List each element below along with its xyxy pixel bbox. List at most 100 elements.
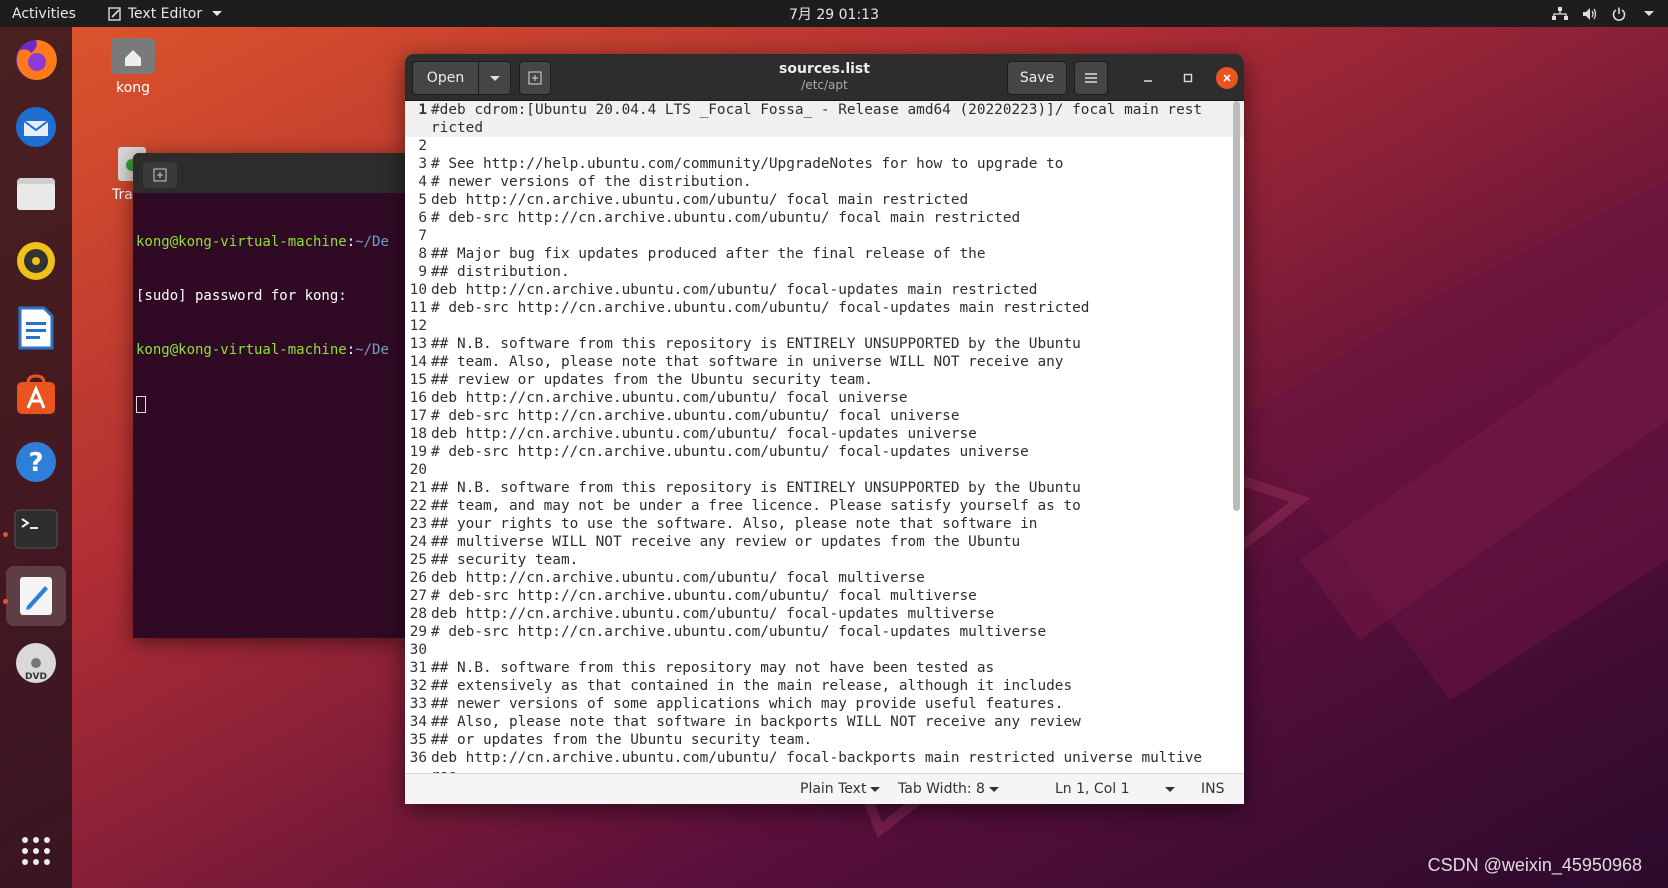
- terminal-sep: :: [346, 342, 356, 358]
- editor-line[interactable]: 8 ## Major bug fix updates produced after…: [405, 245, 1244, 263]
- editor-statusbar: Plain Text Tab Width: 8 Ln 1, Col 1 INS: [405, 773, 1244, 804]
- libreoffice-writer-icon: [18, 306, 54, 350]
- editor-line[interactable]: 25 ## security team.: [405, 551, 1244, 569]
- line-text: # deb-src http://cn.archive.ubuntu.com/u…: [431, 210, 1021, 226]
- line-text: ## or updates from the Ubuntu security t…: [431, 732, 813, 748]
- line-number: 6: [418, 210, 427, 226]
- editor-scrollbar[interactable]: [1233, 101, 1240, 511]
- editor-line[interactable]: 33 ## newer versions of some applications…: [405, 695, 1244, 713]
- editor-text-area[interactable]: 1 #deb cdrom:[Ubuntu 20.04.4 LTS _Focal F…: [405, 101, 1244, 773]
- dock-rhythmbox[interactable]: [6, 231, 66, 291]
- dock-writer[interactable]: [6, 298, 66, 358]
- line-number: 1: [418, 102, 427, 118]
- editor-line[interactable]: 21 ## N.B. software from this repository …: [405, 479, 1244, 497]
- close-icon: [1223, 74, 1231, 82]
- editor-line[interactable]: 29 # deb-src http://cn.archive.ubuntu.com…: [405, 623, 1244, 641]
- editor-line[interactable]: 20: [405, 461, 1244, 479]
- line-number: 23: [409, 516, 427, 532]
- new-tab-button[interactable]: [143, 162, 177, 188]
- editor-line[interactable]: 28 deb http://cn.archive.ubuntu.com/ubunt…: [405, 605, 1244, 623]
- line-number: 26: [409, 570, 427, 586]
- line-text: ## distribution.: [431, 264, 570, 280]
- editor-line[interactable]: 23 ## your rights to use the software. Al…: [405, 515, 1244, 533]
- editor-line[interactable]: 36 deb http://cn.archive.ubuntu.com/ubunt…: [405, 749, 1244, 773]
- dock-text-editor[interactable]: [6, 566, 66, 626]
- editor-line[interactable]: 35 ## or updates from the Ubuntu security…: [405, 731, 1244, 749]
- minimize-button[interactable]: [1137, 67, 1159, 89]
- editor-line[interactable]: 24 ## multiverse WILL NOT receive any rev…: [405, 533, 1244, 551]
- editor-line[interactable]: 6 # deb-src http://cn.archive.ubuntu.com/…: [405, 209, 1244, 227]
- editor-title-block: sources.list /etc/apt: [405, 61, 1244, 92]
- dock-firefox[interactable]: [6, 30, 66, 90]
- chevron-down-icon: [1644, 11, 1654, 16]
- editor-line[interactable]: 13 ## N.B. software from this repository …: [405, 335, 1244, 353]
- terminal-path: ~/De: [355, 342, 389, 358]
- app-menu[interactable]: Text Editor: [108, 5, 223, 22]
- editor-line[interactable]: 26 deb http://cn.archive.ubuntu.com/ubunt…: [405, 569, 1244, 587]
- close-button[interactable]: [1216, 67, 1238, 89]
- editor-line[interactable]: 10 deb http://cn.archive.ubuntu.com/ubunt…: [405, 281, 1244, 299]
- line-text: ## N.B. software from this repository ma…: [431, 660, 995, 676]
- editor-line[interactable]: 15 ## review or updates from the Ubuntu s…: [405, 371, 1244, 389]
- editor-line[interactable]: 22 ## team, and may not be under a free l…: [405, 497, 1244, 515]
- tab-width-selector[interactable]: Tab Width: 8: [898, 781, 999, 797]
- terminal-header: [133, 153, 405, 193]
- dock-software[interactable]: [6, 365, 66, 425]
- line-number: 12: [409, 318, 427, 334]
- editor-line[interactable]: 18 deb http://cn.archive.ubuntu.com/ubunt…: [405, 425, 1244, 443]
- editor-line[interactable]: 9 ## distribution.: [405, 263, 1244, 281]
- line-text: ## Major bug fix updates produced after …: [431, 246, 986, 262]
- line-text: ## newer versions of some applications w…: [431, 696, 1064, 712]
- line-number: 18: [409, 426, 427, 442]
- line-number: 10: [409, 282, 427, 298]
- editor-line[interactable]: 1 #deb cdrom:[Ubuntu 20.04.4 LTS _Focal F…: [405, 101, 1244, 137]
- document-title: sources.list: [779, 61, 870, 77]
- activities-button[interactable]: Activities: [0, 6, 88, 22]
- editor-line[interactable]: 5 deb http://cn.archive.ubuntu.com/ubuntu…: [405, 191, 1244, 209]
- editor-line[interactable]: 19 # deb-src http://cn.archive.ubuntu.com…: [405, 443, 1244, 461]
- editor-line[interactable]: 2: [405, 137, 1244, 155]
- line-number: 9: [418, 264, 427, 280]
- main-menu-button[interactable]: [1074, 61, 1108, 95]
- line-text: [431, 227, 1206, 245]
- text-editor-window[interactable]: Open sources.list /etc/apt Save 1 #deb cd…: [405, 54, 1244, 804]
- system-tray[interactable]: [1552, 6, 1654, 21]
- editor-line[interactable]: 4 # newer versions of the distribution.: [405, 173, 1244, 191]
- language-selector[interactable]: Plain Text: [800, 781, 881, 797]
- dock-terminal[interactable]: [6, 499, 66, 559]
- editor-line[interactable]: 31 ## N.B. software from this repository …: [405, 659, 1244, 677]
- dock-thunderbird[interactable]: [6, 97, 66, 157]
- editor-line[interactable]: 16 deb http://cn.archive.ubuntu.com/ubunt…: [405, 389, 1244, 407]
- insert-mode-indicator[interactable]: INS: [1201, 781, 1225, 797]
- editor-line[interactable]: 17 # deb-src http://cn.archive.ubuntu.com…: [405, 407, 1244, 425]
- line-text: [431, 461, 1206, 479]
- editor-line[interactable]: 11 # deb-src http://cn.archive.ubuntu.com…: [405, 299, 1244, 317]
- editor-line[interactable]: 30: [405, 641, 1244, 659]
- app-menu-label: Text Editor: [127, 5, 203, 22]
- editor-line[interactable]: 7: [405, 227, 1244, 245]
- line-text: # deb-src http://cn.archive.ubuntu.com/u…: [431, 444, 1029, 460]
- dock-dvd[interactable]: DVD: [6, 633, 66, 693]
- chevron-down-icon: [1165, 786, 1175, 792]
- save-button[interactable]: Save: [1007, 61, 1067, 95]
- terminal-window[interactable]: kong@kong-virtual-machine:~/De [sudo] pa…: [133, 153, 405, 638]
- editor-line[interactable]: 14 ## team. Also, please note that softwa…: [405, 353, 1244, 371]
- line-text: # See http://help.ubuntu.com/community/U…: [431, 156, 1064, 172]
- dock-help[interactable]: ?: [6, 432, 66, 492]
- editor-line[interactable]: 34 ## Also, please note that software in …: [405, 713, 1244, 731]
- dock-files[interactable]: [6, 164, 66, 224]
- line-number: 28: [409, 606, 427, 622]
- show-applications[interactable]: [6, 821, 66, 881]
- editor-line[interactable]: 27 # deb-src http://cn.archive.ubuntu.com…: [405, 587, 1244, 605]
- editor-line[interactable]: 32 ## extensively as that contained in th…: [405, 677, 1244, 695]
- editor-line[interactable]: 12: [405, 317, 1244, 335]
- terminal-output[interactable]: kong@kong-virtual-machine:~/De [sudo] pa…: [133, 193, 405, 453]
- terminal-path: ~/De: [355, 234, 389, 250]
- cursor-position-selector[interactable]: Ln 1, Col 1: [1055, 781, 1175, 797]
- line-number: 3: [418, 156, 427, 172]
- clock[interactable]: 7月 29 01:13: [789, 7, 879, 23]
- network-icon: [1552, 6, 1568, 20]
- maximize-button[interactable]: [1177, 67, 1199, 89]
- desktop-home-folder[interactable]: kong: [105, 36, 161, 96]
- editor-line[interactable]: 3 # See http://help.ubuntu.com/community/…: [405, 155, 1244, 173]
